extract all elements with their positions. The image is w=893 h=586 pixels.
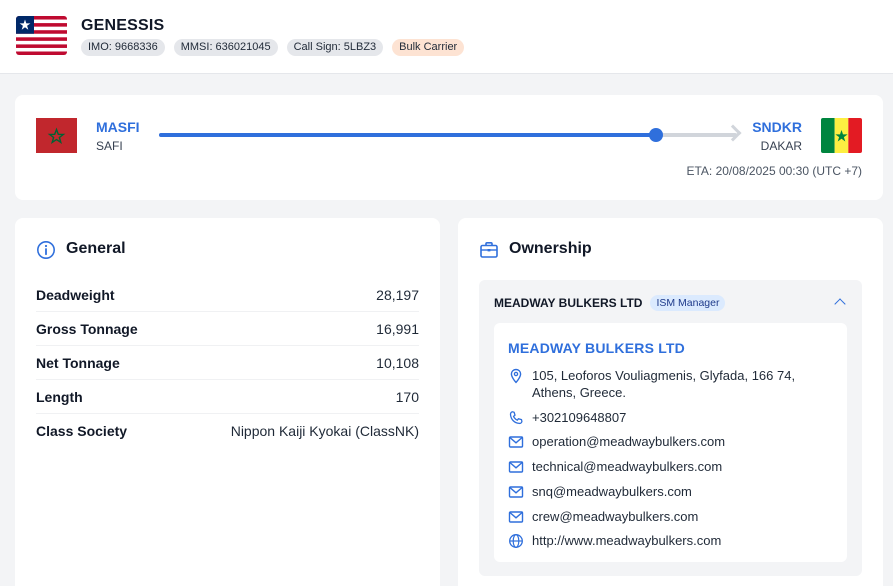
phone-number: +302109648807 bbox=[532, 410, 627, 425]
general-details-list: Deadweight 28,197 Gross Tonnage 16,991 N… bbox=[36, 278, 419, 448]
phone-icon bbox=[509, 411, 523, 425]
route-card: MASFI SAFI SNDKR DAKAR ETA: 20/08/2025 0… bbox=[15, 95, 883, 200]
owner-role-badge: ISM Manager bbox=[650, 295, 726, 311]
email-address: snq@meadwaybulkers.com bbox=[532, 484, 692, 499]
destination-port-name: DAKAR bbox=[760, 139, 802, 153]
email-item[interactable]: operation@meadwaybulkers.com bbox=[508, 433, 725, 450]
vessel-name: GENESSIS bbox=[81, 17, 165, 34]
general-row-net-tonnage: Net Tonnage 10,108 bbox=[36, 346, 419, 380]
general-row-deadweight: Deadweight 28,197 bbox=[36, 278, 419, 312]
general-row-label: Class Society bbox=[36, 423, 128, 439]
owner-accordion: MEADWAY BULKERS LTD ISM Manager MEADWAY … bbox=[479, 280, 862, 576]
general-row-label: Deadweight bbox=[36, 286, 115, 303]
website-item[interactable]: http://www.meadwaybulkers.com bbox=[508, 532, 721, 549]
ownership-title: Ownership bbox=[509, 240, 592, 257]
map-pin-icon bbox=[510, 368, 522, 384]
liberia-flag-icon bbox=[16, 16, 67, 55]
owner-name: MEADWAY BULKERS LTD bbox=[494, 296, 643, 310]
general-card: General Deadweight 28,197 Gross Tonnage … bbox=[15, 218, 440, 586]
email-address: technical@meadwaybulkers.com bbox=[532, 459, 723, 474]
general-row-value: 10,108 bbox=[376, 354, 419, 371]
address-line-1: 105, Leoforos Vouliagmenis, Glyfada, 166… bbox=[532, 368, 796, 383]
route-arrow-icon bbox=[724, 124, 742, 142]
mmsi-badge: MMSI: 636021045 bbox=[173, 39, 278, 56]
eta-text: ETA: 20/08/2025 00:30 (UTC +7) bbox=[686, 164, 862, 178]
ownership-card: Ownership MEADWAY BULKERS LTD ISM Manage… bbox=[458, 218, 883, 586]
phone-item[interactable]: +302109648807 bbox=[508, 409, 626, 426]
general-row-value: 170 bbox=[395, 388, 419, 405]
general-row-gross-tonnage: Gross Tonnage 16,991 bbox=[36, 312, 419, 346]
company-name-link[interactable]: MEADWAY BULKERS LTD bbox=[508, 340, 685, 356]
globe-icon bbox=[509, 534, 523, 548]
imo-badge: IMO: 9668336 bbox=[81, 39, 165, 56]
voyage-progress-fill bbox=[159, 133, 657, 137]
general-title: General bbox=[66, 240, 126, 257]
senegal-flag-icon bbox=[821, 118, 862, 153]
vessel-badges: IMO: 9668336 MMSI: 636021045 Call Sign: … bbox=[81, 39, 465, 56]
address-line-2: Athens, Greece. bbox=[532, 385, 626, 400]
vessel-header: GENESSIS IMO: 9668336 MMSI: 636021045 Ca… bbox=[0, 0, 893, 74]
owner-details-panel: MEADWAY BULKERS LTD 105, Leoforos Voulia… bbox=[494, 323, 847, 562]
email-address: crew@meadwaybulkers.com bbox=[532, 509, 699, 524]
chevron-up-icon[interactable] bbox=[834, 298, 846, 310]
general-row-length: Length 170 bbox=[36, 380, 419, 414]
general-row-value: 28,197 bbox=[376, 286, 419, 303]
general-row-label: Net Tonnage bbox=[36, 354, 120, 371]
website-url: http://www.meadwaybulkers.com bbox=[532, 533, 722, 548]
address-item: 105, Leoforos Vouliagmenis, Glyfada, 166… bbox=[508, 367, 795, 401]
origin-port-name: SAFI bbox=[96, 139, 123, 153]
general-row-label: Gross Tonnage bbox=[36, 320, 138, 337]
vessel-type-badge: Bulk Carrier bbox=[392, 39, 465, 56]
general-row-label: Length bbox=[36, 388, 83, 405]
mail-icon bbox=[508, 511, 524, 523]
owner-accordion-header[interactable]: MEADWAY BULKERS LTD ISM Manager bbox=[494, 295, 726, 311]
general-row-value: 16,991 bbox=[376, 320, 419, 337]
voyage-progress-track bbox=[159, 128, 737, 142]
email-item[interactable]: technical@meadwaybulkers.com bbox=[508, 458, 722, 475]
general-row-class-society: Class Society Nippon Kaiji Kyokai (Class… bbox=[36, 414, 419, 448]
email-item[interactable]: snq@meadwaybulkers.com bbox=[508, 483, 692, 500]
email-item[interactable]: crew@meadwaybulkers.com bbox=[508, 508, 698, 525]
morocco-flag-icon bbox=[36, 118, 77, 153]
mail-icon bbox=[508, 486, 524, 498]
call-sign-badge: Call Sign: 5LBZ3 bbox=[286, 39, 384, 56]
briefcase-icon bbox=[480, 242, 498, 258]
origin-port-code[interactable]: MASFI bbox=[96, 119, 140, 135]
destination-port-code[interactable]: SNDKR bbox=[752, 119, 802, 135]
vessel-position-marker bbox=[649, 128, 664, 142]
info-circle-icon bbox=[37, 241, 55, 259]
email-address: operation@meadwaybulkers.com bbox=[532, 434, 726, 449]
general-row-value: Nippon Kaiji Kyokai (ClassNK) bbox=[230, 423, 419, 439]
mail-icon bbox=[508, 436, 524, 448]
mail-icon bbox=[508, 461, 524, 473]
